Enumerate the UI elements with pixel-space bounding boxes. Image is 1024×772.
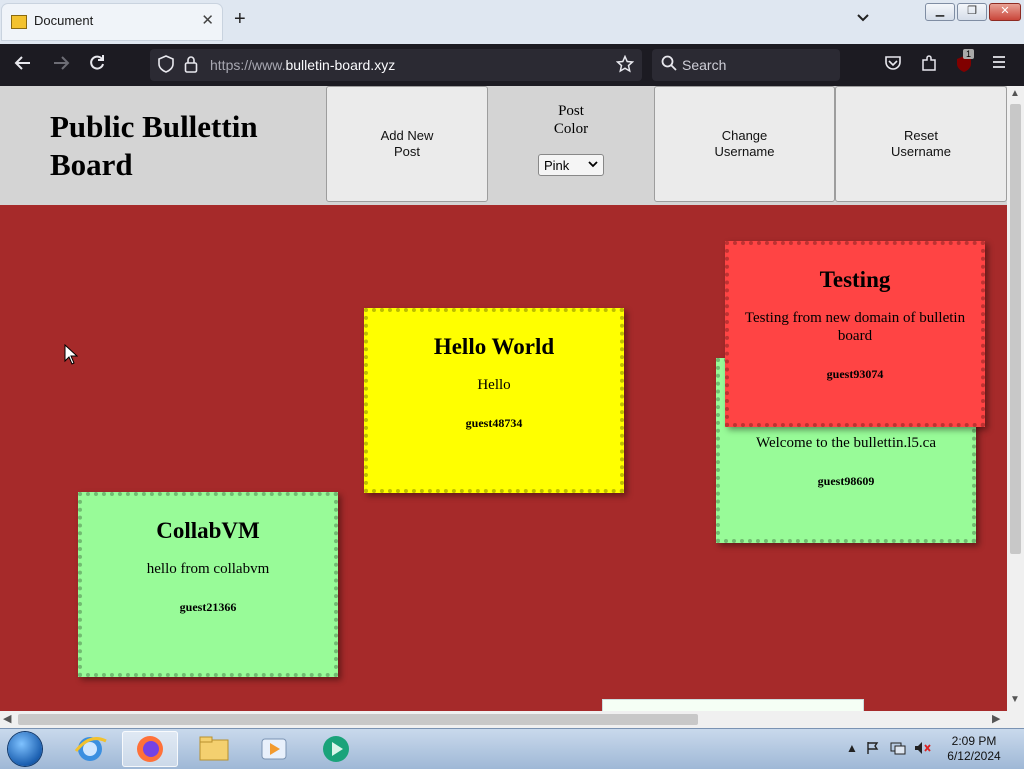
back-arrow-icon[interactable]: [14, 54, 32, 77]
bulletin-note[interactable]: CollabVM hello from collabvm guest21366: [78, 492, 338, 677]
note-body: Testing from new domain of bulletin boar…: [744, 310, 966, 344]
scrollbar-corner: [1007, 711, 1024, 728]
windows-taskbar: ▲ 2:09 PM 6/12/2024: [0, 728, 1024, 769]
browser-tab[interactable]: Document ✕: [2, 4, 222, 40]
search-placeholder: Search: [682, 57, 727, 73]
scroll-down-arrow-icon[interactable]: ▼: [1010, 694, 1020, 705]
menu-hamburger-icon[interactable]: [991, 54, 1007, 75]
close-window-button[interactable]: ✕: [989, 3, 1021, 21]
reset-username-button[interactable]: Reset Username: [835, 86, 1007, 202]
bookmark-star-icon[interactable]: [615, 54, 635, 78]
scroll-up-arrow-icon[interactable]: ▲: [1010, 88, 1020, 99]
maximize-button[interactable]: ❐: [957, 3, 987, 21]
taskbar-clock[interactable]: 2:09 PM 6/12/2024: [940, 734, 1008, 764]
browser-navbar: https://www.bulletin-board.xyz Search 1: [0, 44, 1024, 86]
minimize-button[interactable]: ▁: [925, 3, 955, 21]
reset-username-label: Reset Username: [891, 128, 951, 159]
forward-arrow-icon[interactable]: [52, 54, 70, 77]
media-player-icon[interactable]: [246, 731, 302, 767]
note-title: Hello World: [433, 334, 555, 359]
internet-explorer-icon[interactable]: [62, 731, 118, 767]
page-title: Public Bullettin Board: [50, 109, 258, 182]
add-post-button[interactable]: Add New Post: [326, 86, 488, 202]
note-author: guest93074: [826, 367, 884, 381]
action-center-flag-icon[interactable]: [866, 741, 880, 758]
extension-badge: 1: [963, 49, 975, 59]
shield-icon[interactable]: [158, 55, 174, 78]
scroll-right-arrow-icon[interactable]: ▶: [992, 712, 1000, 725]
post-color-select[interactable]: Pink: [538, 154, 604, 176]
clock-date: 6/12/2024: [947, 749, 1001, 763]
change-username-label: Change Username: [714, 128, 775, 159]
bulletin-note[interactable]: Testing Testing from new domain of bulle…: [725, 241, 985, 427]
app-icon[interactable]: [308, 731, 364, 767]
post-color-label: Post Color: [553, 103, 589, 137]
extensions-puzzle-icon[interactable]: [920, 54, 938, 77]
url-text: https://www.bulletin-board.xyz: [210, 57, 396, 73]
tab-close-icon[interactable]: ✕: [201, 11, 214, 29]
reload-icon[interactable]: [88, 54, 106, 77]
ublock-extension-icon[interactable]: 1: [954, 49, 975, 79]
horizontal-scroll-thumb[interactable]: [18, 714, 698, 725]
mouse-cursor-icon: [64, 343, 79, 371]
add-post-label: Add New Post: [380, 128, 434, 159]
bulletin-board-page: Public Bullettin Board Add New Post Post…: [0, 86, 1007, 711]
show-hidden-icons-arrow-icon[interactable]: ▲: [846, 741, 858, 755]
start-button[interactable]: [8, 732, 42, 766]
volume-muted-icon[interactable]: [914, 741, 932, 758]
tab-title: Document: [34, 13, 94, 28]
note-body: Hello: [477, 377, 511, 393]
note-title: Testing: [819, 267, 891, 292]
new-tab-button[interactable]: +: [234, 8, 246, 31]
firefox-icon[interactable]: [122, 731, 178, 767]
board-header: Public Bullettin Board Add New Post Post…: [0, 86, 1007, 205]
document-favicon-icon: [11, 15, 27, 29]
file-explorer-icon[interactable]: [186, 731, 242, 767]
note-author: guest48734: [465, 416, 523, 430]
network-icon[interactable]: [890, 741, 906, 758]
post-color-value: Pink: [544, 158, 570, 173]
note-title: CollabVM: [156, 518, 260, 543]
vertical-scrollbar[interactable]: ▲ ▼: [1007, 86, 1024, 711]
horizontal-scrollbar[interactable]: ◀ ▶: [0, 711, 1007, 728]
list-tabs-chevron-icon[interactable]: [856, 10, 870, 26]
search-icon: [661, 55, 677, 76]
pocket-icon[interactable]: [884, 54, 902, 77]
bulletin-note[interactable]: Hello World Hello guest48734: [364, 308, 624, 493]
address-bar[interactable]: https://www.bulletin-board.xyz: [150, 49, 642, 81]
partial-note[interactable]: [603, 700, 863, 711]
clock-time: 2:09 PM: [951, 734, 997, 748]
note-body: Welcome to the bullettin.l5.ca: [756, 435, 936, 451]
note-body: hello from collabvm: [146, 561, 270, 577]
note-author: guest21366: [179, 600, 237, 614]
vertical-scroll-thumb[interactable]: [1010, 104, 1021, 554]
browser-titlebar: Document ✕ + ▁ ❐ ✕: [0, 0, 1024, 44]
scroll-left-arrow-icon[interactable]: ◀: [3, 712, 11, 725]
lock-icon[interactable]: [184, 55, 198, 78]
note-author: guest98609: [817, 474, 875, 488]
change-username-button[interactable]: Change Username: [654, 86, 835, 202]
chevron-down-icon: [588, 157, 598, 174]
search-box[interactable]: Search: [652, 49, 840, 81]
